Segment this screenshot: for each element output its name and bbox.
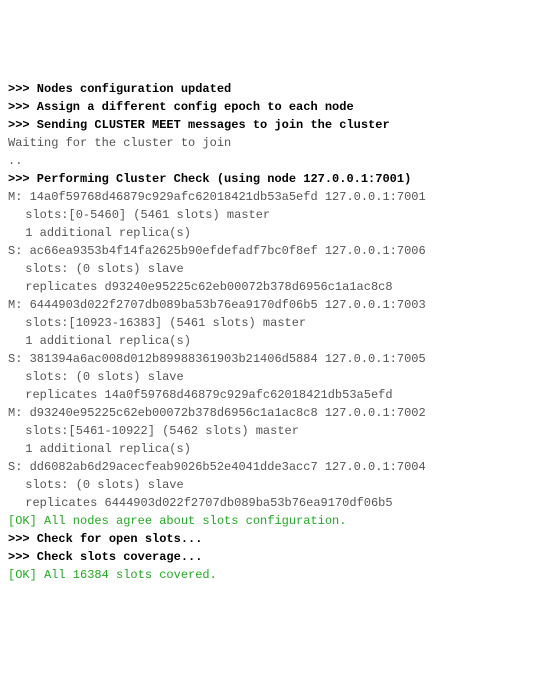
terminal-line: replicates 6444903d022f2707db089ba53b76e… <box>25 494 547 512</box>
terminal-line: S: ac66ea9353b4f14fa2625b90efdefadf7bc0f… <box>8 242 547 260</box>
terminal-line: slots: (0 slots) slave <box>25 260 547 278</box>
terminal-line: [OK] All 16384 slots covered. <box>8 566 547 584</box>
terminal-line: 1 additional replica(s) <box>25 332 547 350</box>
terminal-line: >>> Nodes configuration updated <box>8 80 547 98</box>
terminal-line: >>> Check for open slots... <box>8 530 547 548</box>
terminal-line: S: dd6082ab6d29acecfeab9026b52e4041dde3a… <box>8 458 547 476</box>
terminal-line: M: 6444903d022f2707db089ba53b76ea9170df0… <box>8 296 547 314</box>
terminal-line: replicates 14a0f59768d46879c929afc620184… <box>25 386 547 404</box>
terminal-line: slots:[0-5460] (5461 slots) master <box>25 206 547 224</box>
terminal-line: Waiting for the cluster to join <box>8 134 547 152</box>
terminal-line: >>> Performing Cluster Check (using node… <box>8 170 547 188</box>
terminal-line: 1 additional replica(s) <box>25 440 547 458</box>
terminal-line: 1 additional replica(s) <box>25 224 547 242</box>
terminal-line: slots: (0 slots) slave <box>25 476 547 494</box>
terminal-output: >>> Nodes configuration updated>>> Assig… <box>8 80 547 584</box>
terminal-line: slots: (0 slots) slave <box>25 368 547 386</box>
terminal-line: >>> Assign a different config epoch to e… <box>8 98 547 116</box>
terminal-line: S: 381394a6ac008d012b89988361903b21406d5… <box>8 350 547 368</box>
terminal-line: .. <box>8 152 547 170</box>
terminal-line: >>> Check slots coverage... <box>8 548 547 566</box>
terminal-line: slots:[10923-16383] (5461 slots) master <box>25 314 547 332</box>
terminal-line: slots:[5461-10922] (5462 slots) master <box>25 422 547 440</box>
terminal-line: M: 14a0f59768d46879c929afc62018421db53a5… <box>8 188 547 206</box>
terminal-line: M: d93240e95225c62eb00072b378d6956c1a1ac… <box>8 404 547 422</box>
terminal-line: replicates d93240e95225c62eb00072b378d69… <box>25 278 547 296</box>
terminal-line: >>> Sending CLUSTER MEET messages to joi… <box>8 116 547 134</box>
terminal-line: [OK] All nodes agree about slots configu… <box>8 512 547 530</box>
